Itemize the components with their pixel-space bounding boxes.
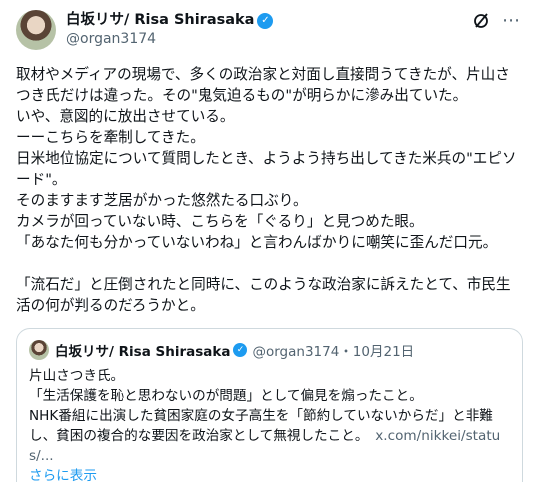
quoted-tweet[interactable]: 白坂リサ/ Risa Shirasaka ✓ @organ3174・10月21日… <box>16 328 523 482</box>
tweet-header: 白坂リサ/ Risa Shirasaka ✓ @organ3174 ⋯ <box>16 8 521 56</box>
quoted-handle-date: @organ3174・10月21日 <box>252 344 415 360</box>
more-options-icon[interactable]: ⋯ <box>502 12 521 30</box>
author-handle[interactable]: @organ3174 <box>66 30 472 49</box>
quoted-author-name: 白坂リサ/ Risa Shirasaka <box>55 344 231 360</box>
author-name[interactable]: 白坂リサ/ Risa Shirasaka <box>66 11 254 30</box>
quoted-tweet-text: 片山さつき氏。 「生活保護を恥と思わないのが問題」として偏見を煽ったこと。 NH… <box>29 366 510 466</box>
tweet-text: 取材やメディアの現場で、多くの政治家と対面し直接問うてきたが、片山さつき氏だけは… <box>16 66 517 314</box>
name-row: 白坂リサ/ Risa Shirasaka ✓ <box>66 11 472 30</box>
quoted-tweet-header: 白坂リサ/ Risa Shirasaka ✓ @organ3174・10月21日 <box>29 340 510 360</box>
avatar[interactable] <box>16 10 56 50</box>
tweet: 白坂リサ/ Risa Shirasaka ✓ @organ3174 ⋯ 取材やメ… <box>0 0 535 482</box>
quoted-avatar <box>29 340 49 360</box>
show-more-link[interactable]: さらに表示 <box>29 466 510 482</box>
header-actions: ⋯ <box>472 8 521 30</box>
verified-badge-icon: ✓ <box>257 12 274 29</box>
author-info: 白坂リサ/ Risa Shirasaka ✓ @organ3174 <box>66 8 472 49</box>
grok-icon[interactable] <box>472 12 490 30</box>
quoted-verified-badge-icon: ✓ <box>233 343 248 357</box>
